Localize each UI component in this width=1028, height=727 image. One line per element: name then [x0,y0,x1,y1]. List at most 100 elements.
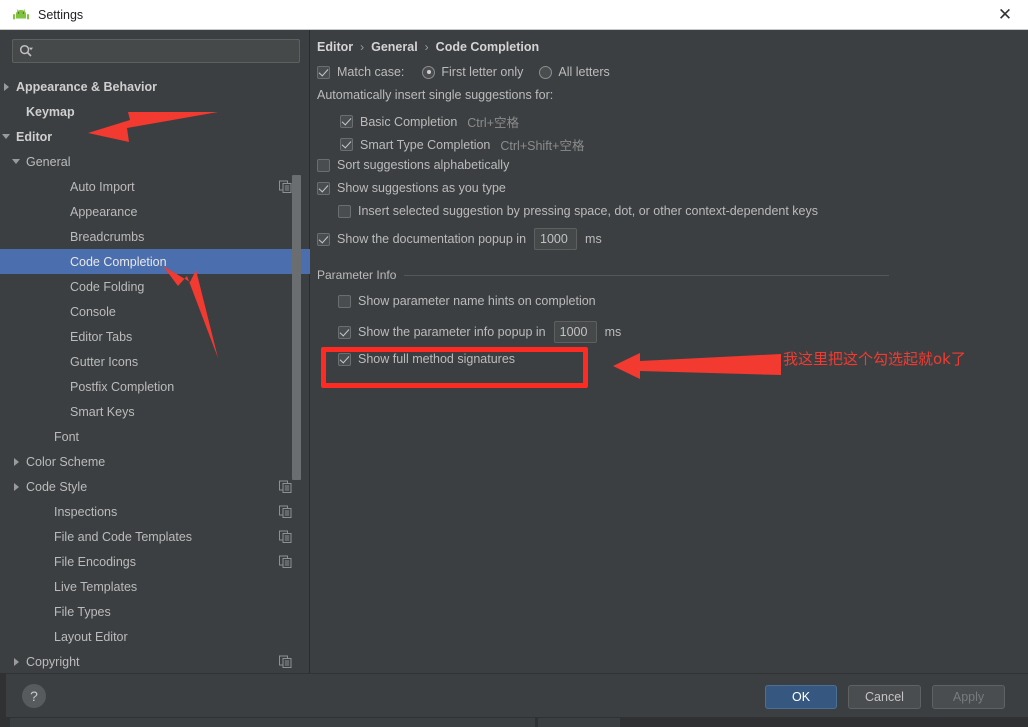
sidebar-item-auto-import[interactable]: Auto Import [0,174,310,199]
smart-type-completion-shortcut: Ctrl+Shift+空格 [500,139,585,153]
sidebar-item-label: Color Scheme [26,454,106,469]
sidebar-scrollbar-track[interactable] [292,74,305,673]
search-input[interactable] [33,43,299,59]
sidebar-item-label: Console [70,304,116,319]
sidebar-item-appearance[interactable]: Appearance [0,199,310,224]
sidebar-item-label: Appearance & Behavior [16,79,158,94]
sidebar-item-breadcrumbs[interactable]: Breadcrumbs [0,224,310,249]
sidebar-item-label: Appearance [70,204,138,219]
sidebar-item-live-templates[interactable]: Live Templates [0,574,310,599]
sidebar-item-smart-keys[interactable]: Smart Keys [0,399,310,424]
sidebar-item-label: Layout Editor [54,629,128,644]
breadcrumb-separator: › [360,40,365,54]
breadcrumb-item-0[interactable]: Editor [317,40,353,54]
sort-alphabetically-label: Sort suggestions alphabetically [337,158,510,172]
close-icon[interactable]: ✕ [982,0,1028,30]
chevron-right-icon[interactable] [0,81,12,93]
chevron-down-icon[interactable] [10,156,22,168]
all-letters-radio[interactable] [539,65,553,79]
sidebar-item-keymap[interactable]: Keymap [0,99,310,124]
sort-alphabetically-checkbox[interactable] [317,158,330,172]
breadcrumb-item-2: Code Completion [435,40,540,54]
sidebar-item-gutter-icons[interactable]: Gutter Icons [0,349,310,374]
sidebar-item-label: Auto Import [70,179,135,194]
sidebar-item-file-types[interactable]: File Types [0,599,310,624]
sidebar-scrollbar-thumb[interactable] [292,175,301,480]
insert-selected-checkbox[interactable] [338,204,351,218]
parameter-info-group-header: Parameter Info [317,268,889,282]
doc-popup-checkbox[interactable] [317,232,330,246]
insert-selected-row: Insert selected suggestion by pressing s… [338,204,818,218]
sidebar-item-label: Postfix Completion [70,379,175,394]
param-info-popup-checkbox[interactable] [338,325,351,339]
show-suggestions-label: Show suggestions as you type [337,181,506,195]
sidebar-item-label: File and Code Templates [54,529,193,544]
ok-button[interactable]: OK [765,685,837,709]
sidebar-item-inspections[interactable]: Inspections [0,499,310,524]
parameter-info-title: Parameter Info [317,268,397,282]
basic-completion-checkbox[interactable] [340,115,353,128]
sidebar-item-general[interactable]: General [0,149,310,174]
match-case-checkbox[interactable] [317,65,330,79]
sidebar-item-editor-tabs[interactable]: Editor Tabs [0,324,310,349]
cancel-button[interactable]: Cancel [848,685,921,709]
sidebar-item-copyright[interactable]: Copyright [0,649,310,673]
sidebar-item-code-style[interactable]: Code Style [0,474,310,499]
module-copy-icon [279,655,292,668]
chevron-right-icon[interactable] [10,481,22,493]
sidebar-item-label: File Encodings [54,554,136,569]
sidebar-item-layout-editor[interactable]: Layout Editor [0,624,310,649]
sidebar-item-editor[interactable]: Editor [0,124,310,149]
sidebar-item-code-completion[interactable]: Code Completion [0,249,310,274]
full-signatures-row: Show full method signatures [338,352,515,366]
sidebar-item-console[interactable]: Console [0,299,310,324]
sidebar-item-font[interactable]: Font [0,424,310,449]
full-signatures-checkbox[interactable] [338,352,351,366]
sidebar-item-label: Copyright [26,654,80,669]
full-signatures-label: Show full method signatures [358,352,516,366]
first-letter-only-radio[interactable] [422,65,436,79]
basic-completion-label: Basic Completion [360,114,458,129]
search-icon [19,44,33,58]
sidebar-item-color-scheme[interactable]: Color Scheme [0,449,310,474]
doc-popup-delay-input[interactable] [534,228,578,250]
sidebar-item-label: Gutter Icons [70,354,139,369]
sidebar-item-appearance-behavior[interactable]: Appearance & Behavior [0,74,310,99]
sidebar-item-label: Editor [16,129,53,144]
chevron-right-icon[interactable] [10,456,22,468]
search-box[interactable] [12,39,300,63]
chevron-right-icon[interactable] [10,656,22,668]
sidebar-item-label: Code Style [26,479,88,494]
smart-type-completion-checkbox[interactable] [340,138,353,151]
show-suggestions-checkbox[interactable] [317,181,330,195]
settings-sidebar: Appearance & Behavior Keymap Editor General… [0,30,310,673]
match-case-row: Match case: First letter only All letter… [317,65,610,79]
smart-type-completion-label: Smart Type Completion [360,137,491,152]
breadcrumb: Editor › General › Code Completion [317,40,539,54]
breadcrumb-item-1[interactable]: General [371,40,418,54]
param-info-delay-input[interactable] [553,321,597,343]
param-name-hints-checkbox[interactable] [338,294,351,308]
settings-tree[interactable]: Appearance & Behavior Keymap Editor General… [0,74,310,673]
chevron-down-icon[interactable] [0,131,12,143]
sidebar-item-postfix-completion[interactable]: Postfix Completion [0,374,310,399]
sidebar-item-file-and-code-templates[interactable]: File and Code Templates [0,524,310,549]
sidebar-item-file-encodings[interactable]: File Encodings [0,549,310,574]
module-copy-icon [279,480,292,493]
apply-button[interactable]: Apply [932,685,1005,709]
help-button[interactable]: ? [22,684,46,708]
sidebar-item-code-folding[interactable]: Code Folding [0,274,310,299]
doc-popup-row: Show the documentation popup in ms [317,228,602,250]
android-icon [12,7,30,23]
group-divider [404,274,889,276]
